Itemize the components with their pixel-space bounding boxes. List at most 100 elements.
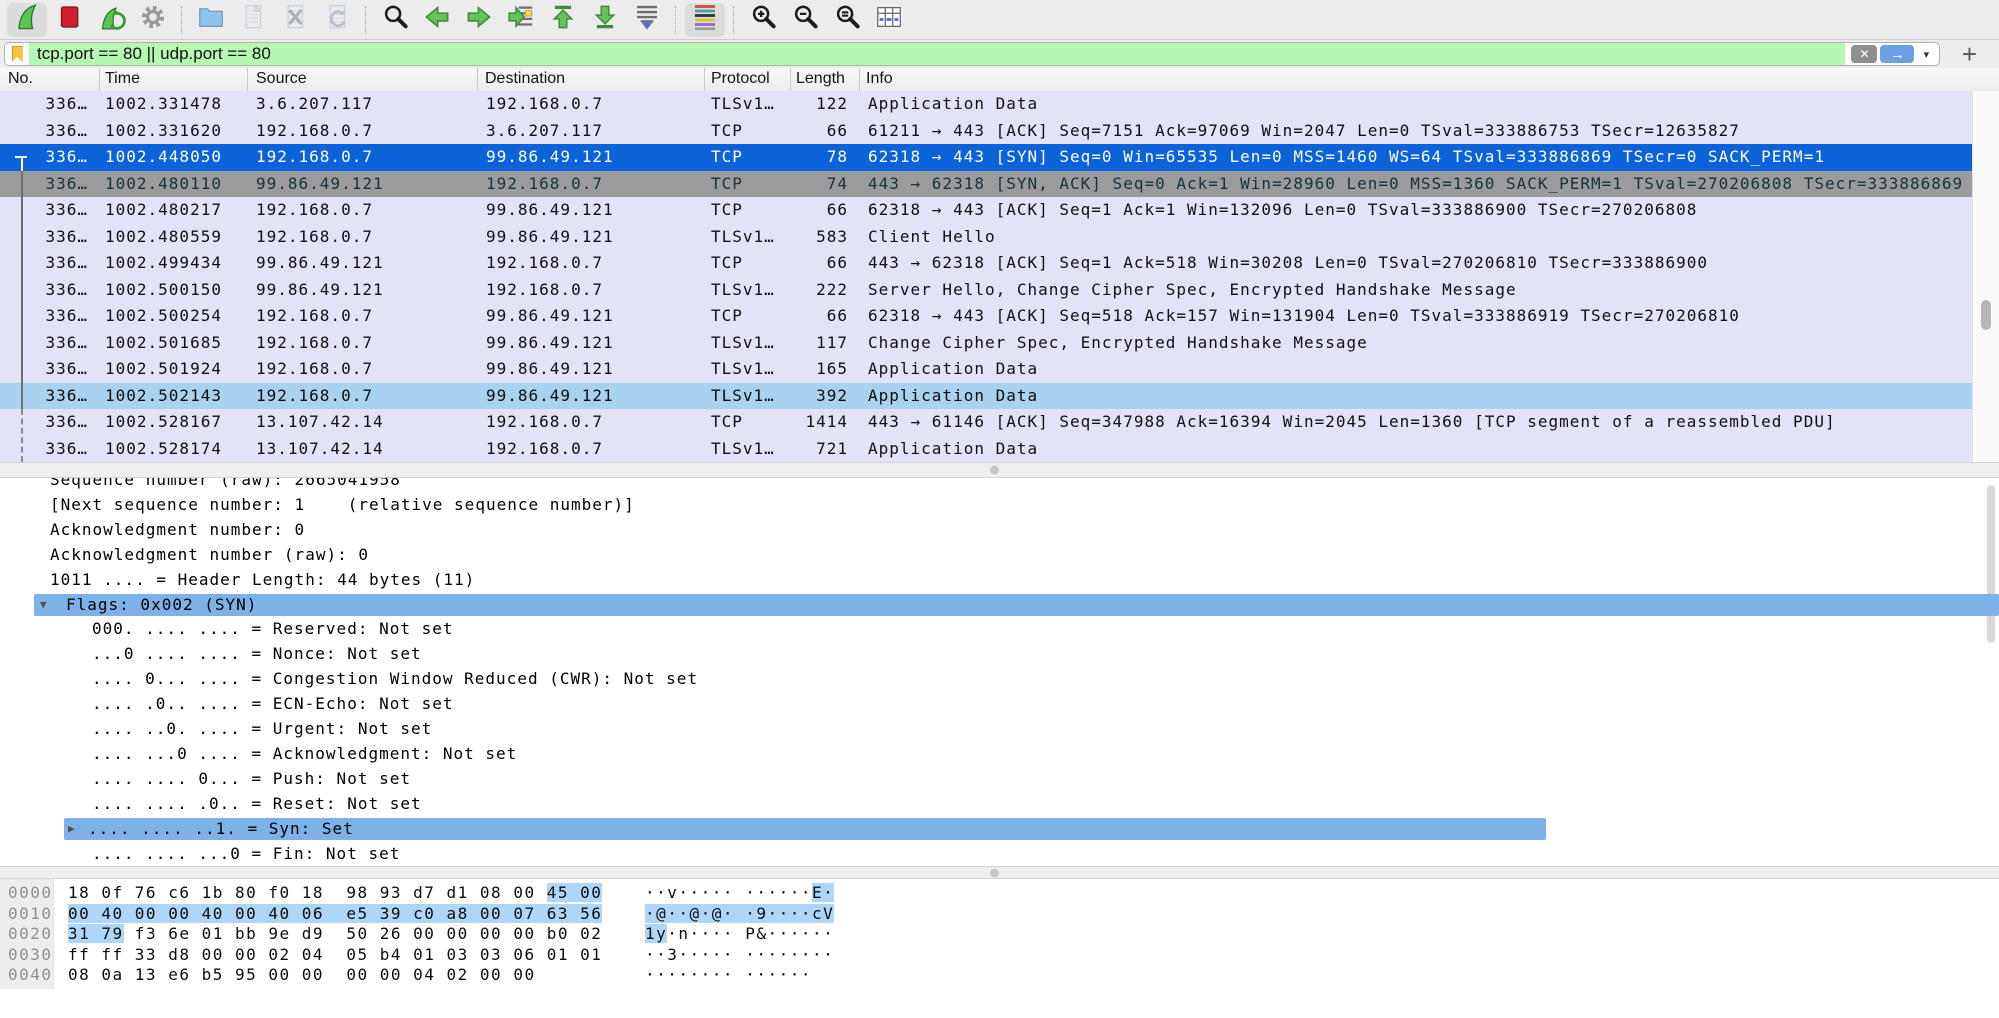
packet-row[interactable]: 336…1002.52817413.107.42.14192.168.0.7TL… <box>0 436 1999 463</box>
packet-cell-destination: 99.86.49.121 <box>486 330 701 357</box>
splitter-handle-icon <box>990 868 999 877</box>
close-file-button[interactable] <box>275 3 315 37</box>
packet-row[interactable]: 336…1002.480217192.168.0.799.86.49.121TC… <box>0 197 1999 224</box>
start-capture-button[interactable] <box>7 3 47 37</box>
save-file-button[interactable] <box>233 3 273 37</box>
packet-row[interactable]: 336…1002.502143192.168.0.799.86.49.121TL… <box>0 383 1999 410</box>
packet-cell-source: 192.168.0.7 <box>256 383 476 410</box>
detail-tree-item[interactable]: .... ..0. .... = Urgent: Not set <box>0 717 1999 742</box>
filter-bookmark-button[interactable] <box>5 43 29 65</box>
reload-file-button[interactable] <box>317 3 357 37</box>
detail-text: .... .... ...0 = Fin: Not set <box>92 842 400 867</box>
detail-tree-item[interactable]: ▶.... .... ..1. = Syn: Set <box>0 817 1999 842</box>
first-packet-button[interactable] <box>543 3 583 37</box>
detail-tree-item[interactable]: .... .... ...0 = Fin: Not set <box>0 842 1999 867</box>
column-header-no[interactable]: No. <box>0 68 100 91</box>
packet-row[interactable]: 336…1002.3314783.6.207.117192.168.0.7TLS… <box>0 91 1999 118</box>
packet-cell-time: 1002.480559 <box>105 224 245 251</box>
add-filter-expression-button[interactable]: + <box>1962 40 1977 68</box>
hex-row[interactable]: 000018 0f 76 c6 1b 80 f0 18 98 93 d7 d1 … <box>0 883 1999 904</box>
toolbar-separator <box>675 6 677 34</box>
last-packet-button[interactable] <box>585 3 625 37</box>
auto-scroll-button[interactable] <box>627 3 667 37</box>
expand-icon[interactable]: ▶ <box>68 817 75 842</box>
detail-tree-item[interactable]: [Next sequence number: 1 (relative seque… <box>0 493 1999 518</box>
detail-tree-item[interactable]: ▼Flags: 0x002 (SYN) <box>0 593 1999 618</box>
packet-cell-time: 1002.331620 <box>105 118 245 145</box>
toolbar-separator <box>365 6 367 34</box>
go-to-packet-button[interactable] <box>501 3 541 37</box>
detail-tree-item[interactable]: .... .0.. .... = ECN-Echo: Not set <box>0 692 1999 717</box>
previous-packet-button[interactable] <box>417 3 457 37</box>
packet-cell-source: 3.6.207.117 <box>256 91 476 118</box>
detail-tree-item[interactable]: .... .... .0.. = Reset: Not set <box>0 792 1999 817</box>
packet-row[interactable]: 336…1002.500254192.168.0.799.86.49.121TC… <box>0 303 1999 330</box>
hex-bytes: 31 79 f3 6e 01 bb 9e d9 50 26 00 00 00 0… <box>68 924 602 945</box>
detail-tree-item[interactable]: Acknowledgment number: 0 <box>0 518 1999 543</box>
packet-cell-info: Application Data <box>868 383 1972 410</box>
column-header-source[interactable]: Source <box>248 68 478 91</box>
packet-cell-info: 443 → 61146 [ACK] Seq=347988 Ack=16394 W… <box>868 409 1972 436</box>
pane-splitter-bottom[interactable] <box>0 866 1999 879</box>
packet-row[interactable]: 336…1002.52816713.107.42.14192.168.0.7TC… <box>0 409 1999 436</box>
detail-text: .... .0.. .... = ECN-Echo: Not set <box>92 692 454 717</box>
colorize-packets-button[interactable] <box>685 3 725 37</box>
packet-row[interactable]: 336…1002.48011099.86.49.121192.168.0.7TC… <box>0 171 1999 198</box>
packet-cell-info: Change Cipher Spec, Encrypted Handshake … <box>868 330 1972 357</box>
column-header-info[interactable]: Info <box>860 68 1999 91</box>
hex-row[interactable]: 0030ff ff 33 d8 00 00 02 04 05 b4 01 03 … <box>0 945 1999 966</box>
detail-tree-item[interactable]: .... .... 0... = Push: Not set <box>0 767 1999 792</box>
open-file-button[interactable] <box>191 3 231 37</box>
detail-tree-item[interactable]: Acknowledgment number (raw): 0 <box>0 543 1999 568</box>
packet-list-scrollbar-thumb[interactable] <box>1981 300 1991 330</box>
detail-tree-item[interactable]: .... 0... .... = Congestion Window Reduc… <box>0 667 1999 692</box>
packet-row[interactable]: 336…1002.50015099.86.49.121192.168.0.7TL… <box>0 277 1999 304</box>
detail-tree-item[interactable]: ...0 .... .... = Nonce: Not set <box>0 642 1999 667</box>
stop-capture-button[interactable] <box>49 3 89 37</box>
hex-row[interactable]: 004008 0a 13 e6 b5 95 00 00 00 00 04 02 … <box>0 965 1999 986</box>
filter-dropdown-caret[interactable]: ▾ <box>1923 48 1929 61</box>
packet-bytes-pane: 000018 0f 76 c6 1b 80 f0 18 98 93 d7 d1 … <box>0 879 1999 1018</box>
next-packet-button[interactable] <box>459 3 499 37</box>
zoom-out-button[interactable] <box>785 3 825 37</box>
zoom-reset-button[interactable] <box>827 3 867 37</box>
clear-filter-button[interactable]: ✕ <box>1851 45 1877 63</box>
detail-tree-item[interactable]: Sequence number (raw): 2665041958 <box>0 478 1999 493</box>
restart-capture-button[interactable] <box>91 3 131 37</box>
packet-list-scrollbar[interactable] <box>1972 91 1999 462</box>
display-filter-field[interactable]: tcp.port == 80 || udp.port == 80 ✕ → ▾ <box>4 42 1940 66</box>
find-packet-button[interactable] <box>375 3 415 37</box>
hex-row[interactable]: 001000 40 00 00 40 00 40 06 e5 39 c0 a8 … <box>0 904 1999 925</box>
zoom-out-icon <box>790 2 820 37</box>
packet-row[interactable]: 336…1002.331620192.168.0.73.6.207.117TCP… <box>0 118 1999 145</box>
column-header-time[interactable]: Time <box>100 68 248 91</box>
packet-cell-destination: 192.168.0.7 <box>486 171 701 198</box>
packet-row[interactable]: 336…1002.501924192.168.0.799.86.49.121TL… <box>0 356 1999 383</box>
zoom-in-button[interactable] <box>743 3 783 37</box>
resize-columns-button[interactable] <box>869 3 909 37</box>
packet-row[interactable]: 336…1002.49943499.86.49.121192.168.0.7TC… <box>0 250 1999 277</box>
packet-cell-protocol: TCP <box>711 118 791 145</box>
column-header-protocol[interactable]: Protocol <box>705 68 791 91</box>
hex-row[interactable]: 002031 79 f3 6e 01 bb 9e d9 50 26 00 00 … <box>0 924 1999 945</box>
column-header-destination[interactable]: Destination <box>478 68 705 91</box>
packet-cell-no: 336… <box>0 224 88 251</box>
detail-text: .... ..0. .... = Urgent: Not set <box>92 717 432 742</box>
apply-filter-button[interactable]: → <box>1880 45 1914 63</box>
packet-row[interactable]: 336…1002.480559192.168.0.799.86.49.121TL… <box>0 224 1999 251</box>
packet-row[interactable]: 336…1002.448050192.168.0.799.86.49.121TC… <box>0 144 1999 171</box>
display-filter-input[interactable]: tcp.port == 80 || udp.port == 80 <box>29 43 1845 65</box>
save-file-icon <box>238 2 268 37</box>
column-header-length[interactable]: Length <box>791 68 860 91</box>
packet-row[interactable]: 336…1002.501685192.168.0.799.86.49.121TL… <box>0 330 1999 357</box>
pane-splitter-top[interactable] <box>0 462 1999 478</box>
packet-cell-time: 1002.448050 <box>105 144 245 171</box>
stop-capture-icon <box>54 2 84 37</box>
packet-cell-info: Client Hello <box>868 224 1972 251</box>
capture-options-button[interactable] <box>133 3 173 37</box>
detail-tree-item[interactable]: 000. .... .... = Reserved: Not set <box>0 617 1999 642</box>
collapse-icon[interactable]: ▼ <box>40 593 47 618</box>
detail-tree-item[interactable]: 1011 .... = Header Length: 44 bytes (11) <box>0 568 1999 593</box>
detail-tree-item[interactable]: .... ...0 .... = Acknowledgment: Not set <box>0 742 1999 767</box>
packet-cell-length: 66 <box>789 118 848 145</box>
